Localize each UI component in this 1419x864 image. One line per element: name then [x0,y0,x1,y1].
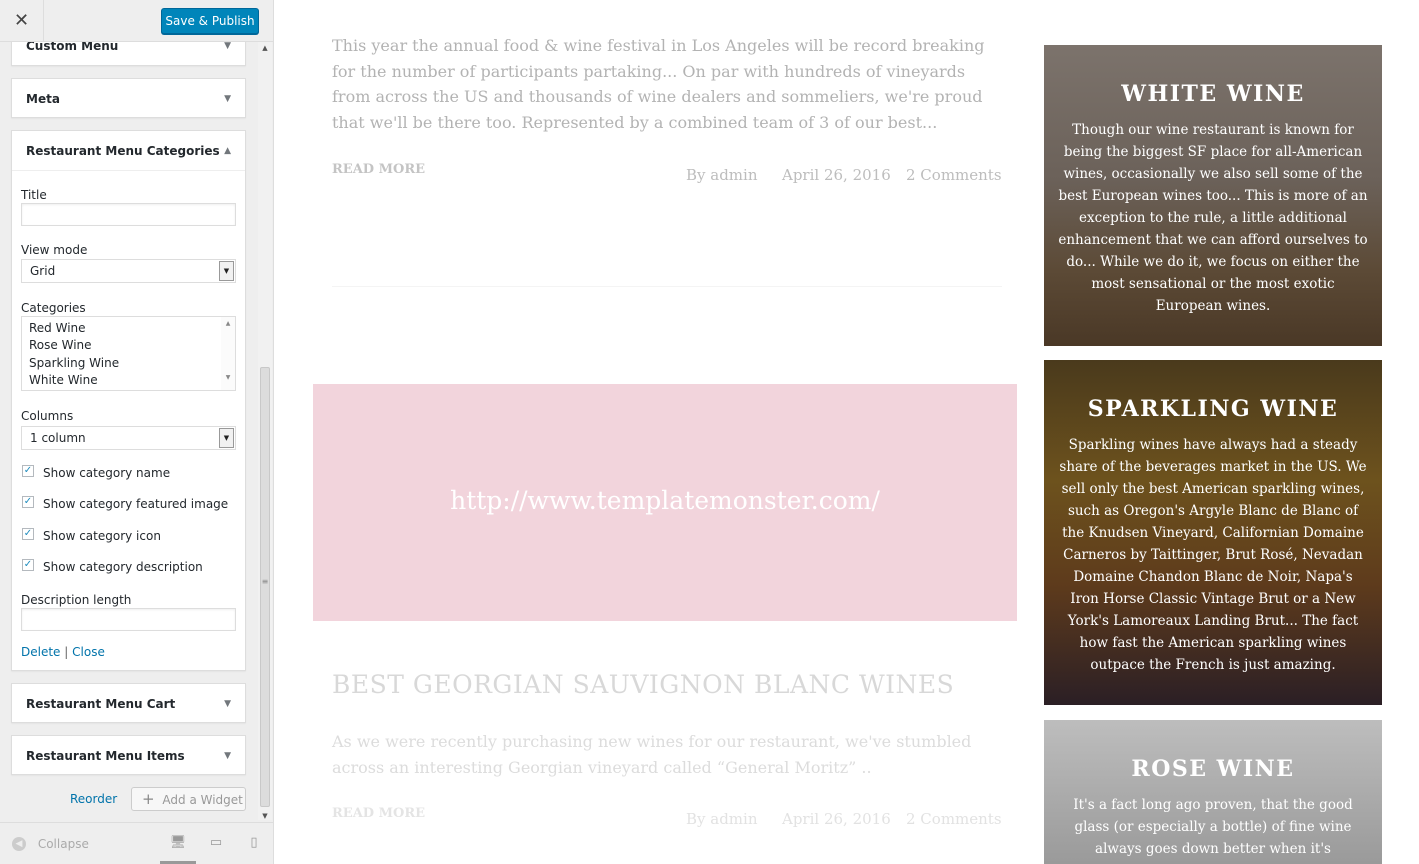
read-more-link[interactable]: READ MORE [332,162,425,177]
categories-multiselect[interactable]: Red Wine Rose Wine Sparkling Wine White … [21,316,236,391]
columns-label: Columns [21,409,74,423]
scroll-down-icon[interactable]: ▼ [258,812,272,820]
category-card-rose-wine[interactable]: ROSE WINE It's a fact long ago proven, t… [1044,720,1382,864]
widget-actions: Delete | Close [21,645,105,659]
category-title: WHITE WINE [1121,81,1305,107]
banner-url: http://www.templatemonster.com/ [450,486,880,515]
mobile-preview-icon[interactable]: ▯ [245,835,263,853]
post-date[interactable]: April 26, 2016 [782,166,891,184]
show-featured-image-checkbox[interactable]: ✓ [22,496,34,508]
description-length-input[interactable] [21,608,236,631]
columns-value: 1 column [30,431,86,445]
customizer-footer: ◀ Collapse 🖥 ▭ ▯ [0,822,273,864]
categories-label: Categories [21,301,86,315]
close-icon[interactable]: ✕ [0,0,44,42]
sidebar-scrollbar[interactable]: ▲ ≡ ▼ [258,42,272,820]
post-author[interactable]: By admin [686,810,758,828]
category-option[interactable]: Rose Wine [22,337,235,354]
tablet-preview-icon[interactable]: ▭ [207,835,225,853]
add-widget-button[interactable]: + Add a Widget [131,787,246,811]
delete-link[interactable]: Delete [21,645,60,659]
category-option[interactable]: White Wine [22,372,235,389]
plus-icon: + [142,790,155,808]
widget-title: Meta [26,92,60,106]
chevron-down-icon[interactable]: ▼ [219,428,234,448]
checkbox-label: Show category name [43,466,171,480]
category-option[interactable]: Sparkling Wine [22,355,235,372]
category-card-sparkling-wine[interactable]: SPARKLING WINE Sparkling wines have alwa… [1044,360,1382,705]
separator: | [64,645,69,659]
show-category-name-checkbox[interactable]: ✓ [22,465,34,477]
title-label: Title [21,188,47,202]
reorder-link[interactable]: Reorder [70,792,117,806]
post-date[interactable]: April 26, 2016 [782,810,891,828]
widget-header[interactable]: Restaurant Menu Categories ▲ [12,131,245,171]
save-publish-button[interactable]: Save & Publish [161,8,259,34]
category-option[interactable]: Red Wine [22,320,235,337]
collapse-button[interactable]: ◀ Collapse [12,836,89,851]
collapse-label: Collapse [37,836,89,851]
show-category-icon-checkbox[interactable]: ✓ [22,528,34,540]
arrow-down-icon[interactable]: ▼ [224,736,231,776]
widget-meta[interactable]: Meta ▼ [11,78,246,118]
widget-title: Restaurant Menu Items [26,749,185,763]
chevron-down-icon[interactable]: ▼ [219,261,234,281]
post-comments[interactable]: 2 Comments [906,166,1002,184]
categories-scrollbar[interactable]: ▲ ▼ [221,317,235,390]
post-comments[interactable]: 2 Comments [906,810,1002,828]
post-excerpt: This year the annual food & wine festiva… [332,36,985,133]
customizer-sidebar: ✕ Save & Publish Custom Menu ▼ Meta ▼ Rest… [0,0,274,864]
category-card-white-wine[interactable]: WHITE WINE Though our wine restaurant is… [1044,45,1382,346]
description-length-label: Description length [21,593,132,607]
site-preview: This year the annual food & wine festiva… [274,0,1419,864]
scrollbar-thumb[interactable]: ≡ [260,367,270,807]
desktop-preview-icon[interactable]: 🖥 [169,835,187,853]
widget-restaurant-menu-items[interactable]: Restaurant Menu Items ▼ [11,735,246,775]
post-excerpt: As we were recently purchasing new wines… [332,732,972,777]
post-title[interactable]: BEST GEORGIAN SAUVIGNON BLANC WINES [332,670,954,699]
category-description: Though our wine restaurant is known for … [1058,122,1368,314]
checkbox-label: Show category featured image [43,497,229,511]
customizer-header: ✕ Save & Publish [0,0,273,42]
title-input[interactable] [21,203,236,226]
close-link[interactable]: Close [72,645,105,659]
collapse-icon: ◀ [12,836,26,851]
show-category-description-checkbox[interactable]: ✓ [22,559,34,571]
read-more-link[interactable]: READ MORE [332,806,425,821]
add-widget-label: Add a Widget [162,793,243,807]
scroll-up-icon[interactable]: ▲ [258,44,272,52]
view-mode-label: View mode [21,243,88,257]
post-divider [332,286,1002,287]
view-mode-value: Grid [30,264,56,278]
category-title: ROSE WINE [1131,756,1295,782]
category-title: SPARKLING WINE [1087,396,1339,422]
widget-restaurant-menu-cart[interactable]: Restaurant Menu Cart ▼ [11,683,246,723]
arrow-up-icon[interactable]: ▲ [224,131,231,171]
columns-select[interactable]: 1 column ▼ [21,426,236,450]
arrow-down-icon[interactable]: ▼ [224,79,231,119]
post-author[interactable]: By admin [686,166,758,184]
widget-title: Restaurant Menu Categories [26,144,220,158]
arrow-down-icon[interactable]: ▼ [224,684,231,724]
view-mode-select[interactable]: Grid ▼ [21,259,236,283]
checkbox-label: Show category description [43,560,203,574]
category-description: It's a fact long ago proven, that the go… [1073,797,1353,864]
banner-placeholder[interactable]: http://www.templatemonster.com/ [313,384,1017,621]
widget-title: Restaurant Menu Cart [26,697,176,711]
checkbox-label: Show category icon [43,529,161,543]
category-description: Sparkling wines have always had a steady… [1059,437,1367,673]
